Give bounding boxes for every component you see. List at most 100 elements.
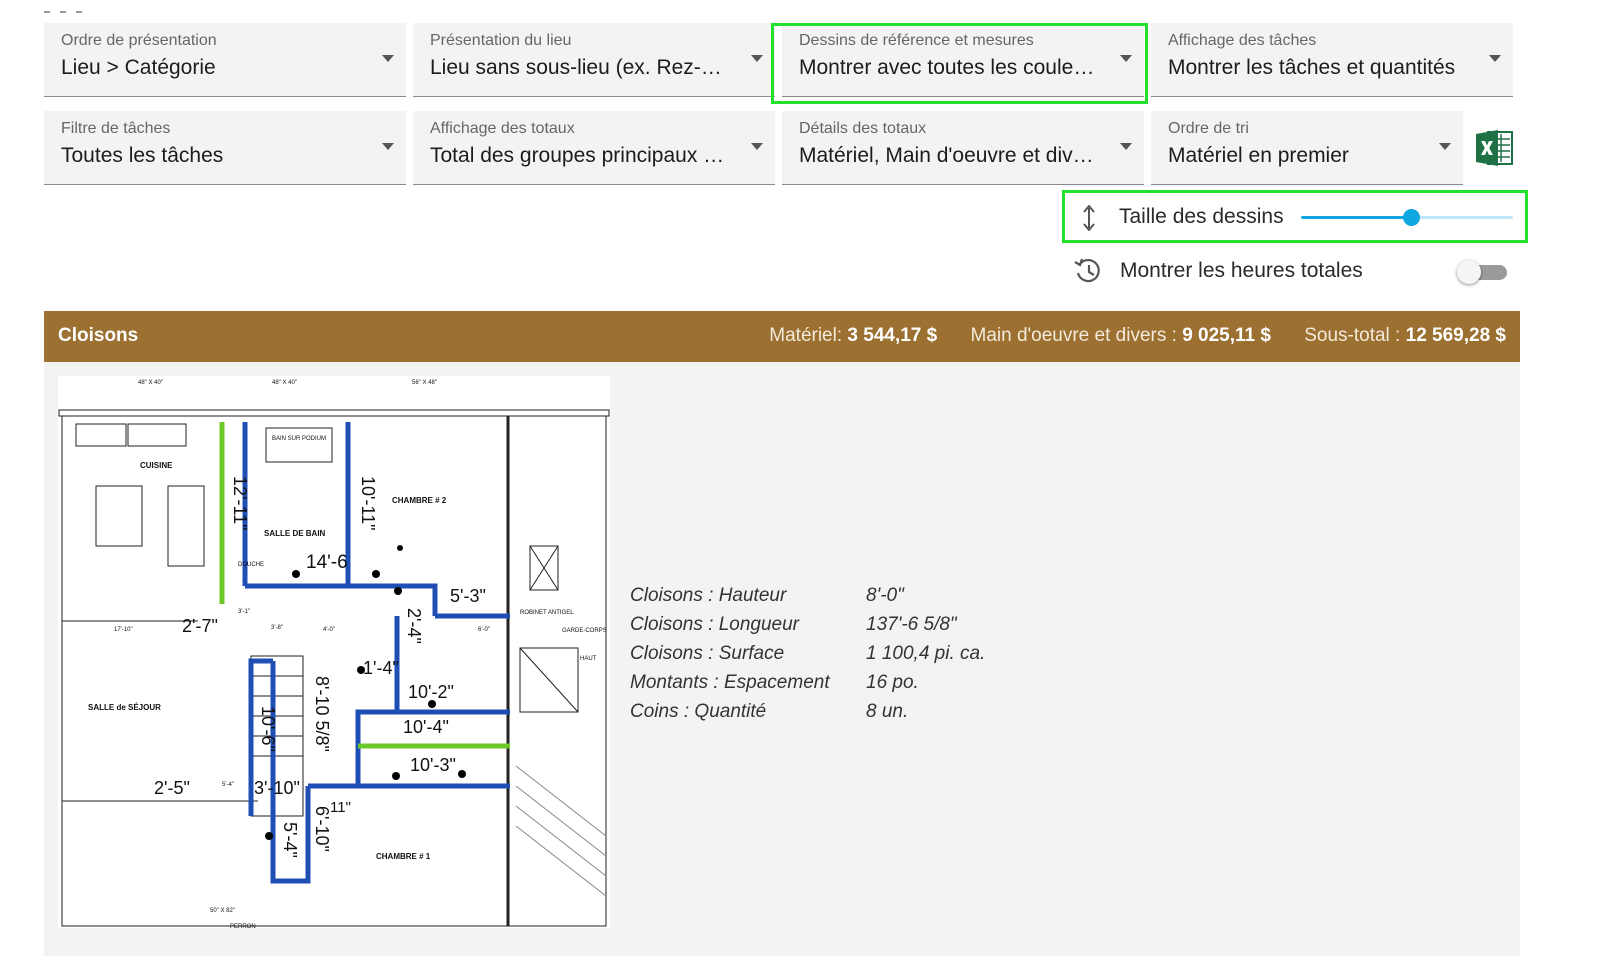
property-row: Cloisons : Surface 1 100,4 pi. ca. (630, 639, 985, 668)
labour-value: 9 025,11 $ (1182, 325, 1271, 346)
chevron-down-icon (1120, 143, 1132, 150)
svg-text:3'-8": 3'-8" (271, 625, 283, 631)
svg-text:48" X 40": 48" X 40" (272, 380, 297, 386)
select-value: Toutes les tâches (61, 144, 224, 167)
svg-text:2'-4": 2'-4" (404, 608, 424, 644)
property-key: Coins : Quantité (630, 701, 767, 722)
select-label: Affichage des totaux (430, 120, 575, 137)
svg-text:CHAMBRE # 2: CHAMBRE # 2 (392, 496, 447, 505)
svg-text:50" X 82": 50" X 82" (210, 908, 235, 914)
svg-text:12'-11": 12'-11" (230, 476, 250, 531)
svg-text:GARDE-CORPS: GARDE-CORPS (562, 628, 607, 634)
property-value: 137'-6 5/8" (866, 614, 957, 635)
drawing-size-label: Taille des dessins (1119, 205, 1284, 228)
select-task-display[interactable]: Affichage des tâches Montrer les tâches … (1151, 23, 1513, 97)
material-value: 3 544,17 $ (847, 325, 938, 346)
material-label: Matériel: (769, 325, 843, 346)
svg-text:4'-0": 4'-0" (323, 627, 335, 633)
property-value: 16 po. (866, 672, 919, 693)
select-value: Montrer les tâches et quantités (1168, 56, 1456, 79)
section-content: CUISINE SALLE DE BAIN CHAMBRE # 2 SALLE … (44, 362, 1520, 956)
select-totals-display[interactable]: Affichage des totaux Total des groupes p… (413, 111, 775, 185)
select-task-filter[interactable]: Filtre de tâches Toutes les tâches (44, 111, 406, 185)
show-hours-control: Montrer les heures totales (1067, 252, 1525, 292)
toggle-knob (1457, 260, 1481, 284)
select-value: Lieu sans sous-lieu (ex. Rez-de-chaussée… (430, 56, 727, 79)
svg-text:6'-0": 6'-0" (478, 627, 490, 633)
section-totals: Matériel: 3 544,17 $ Main d'oeuvre et di… (769, 325, 1506, 347)
show-hours-toggle[interactable] (1457, 260, 1509, 284)
svg-text:2'-5": 2'-5" (154, 778, 190, 798)
svg-text:SALLE DE BAIN: SALLE DE BAIN (264, 529, 326, 538)
chevron-down-icon (1439, 143, 1451, 150)
select-totals-details[interactable]: Détails des totaux Matériel, Main d'oeuv… (782, 111, 1144, 185)
property-row: Cloisons : Hauteur 8'-0" (630, 581, 985, 610)
chevron-down-icon (382, 143, 394, 150)
top-partial-text (44, 0, 124, 13)
chevron-down-icon (1489, 55, 1501, 62)
svg-text:SALLE de SÉJOUR: SALLE de SÉJOUR (88, 703, 161, 712)
history-icon (1074, 258, 1100, 283)
select-label: Détails des totaux (799, 120, 927, 137)
property-key: Montants : Espacement (630, 672, 830, 693)
chevron-down-icon (382, 55, 394, 62)
select-location-presentation[interactable]: Présentation du lieu Lieu sans sous-lieu… (413, 23, 775, 97)
svg-text:10'-6": 10'-6" (258, 706, 278, 752)
svg-text:5'-4": 5'-4" (222, 782, 234, 788)
svg-text:56" X 48": 56" X 48" (412, 380, 437, 386)
slider-fill (1301, 216, 1412, 219)
svg-text:CHAMBRE # 1: CHAMBRE # 1 (376, 852, 431, 861)
floor-plan-drawing[interactable]: CUISINE SALLE DE BAIN CHAMBRE # 2 SALLE … (58, 376, 610, 928)
svg-text:5'-4": 5'-4" (280, 822, 300, 858)
select-value: Matériel en premier (1168, 144, 1349, 167)
svg-text:10'-2": 10'-2" (408, 682, 454, 702)
select-value: Lieu > Catégorie (61, 56, 216, 79)
property-value: 1 100,4 pi. ca. (866, 643, 986, 664)
svg-text:PERRON: PERRON (230, 924, 256, 928)
property-key: Cloisons : Hauteur (630, 585, 787, 606)
property-key: Cloisons : Surface (630, 643, 785, 664)
property-row: Coins : Quantité 8 un. (630, 697, 985, 726)
vertical-resize-arrow-icon (1083, 205, 1095, 231)
select-label: Filtre de tâches (61, 120, 171, 137)
show-hours-label: Montrer les heures totales (1120, 259, 1363, 282)
svg-text:5'-3": 5'-3" (450, 586, 486, 606)
select-value: Matériel, Main d'oeuvre et divers (799, 144, 1096, 167)
properties-list: Cloisons : Hauteur 8'-0" Cloisons : Longu… (630, 581, 985, 726)
chevron-down-icon (751, 143, 763, 150)
svg-text:10'-3": 10'-3" (410, 755, 456, 775)
svg-text:2'-7": 2'-7" (182, 616, 218, 636)
property-row: Montants : Espacement 16 po. (630, 668, 985, 697)
select-label: Ordre de tri (1168, 120, 1249, 137)
slider-thumb[interactable] (1403, 209, 1421, 226)
select-value: Montrer avec toutes les couleurs (799, 56, 1096, 79)
svg-text:HAUT: HAUT (580, 656, 597, 662)
svg-text:3'-1": 3'-1" (238, 609, 250, 615)
svg-text:BAIN SUR PODIUM: BAIN SUR PODIUM (272, 436, 326, 442)
select-reference-drawings[interactable]: Dessins de référence et mesures Montrer … (782, 23, 1144, 97)
svg-text:11": 11" (330, 799, 351, 816)
svg-text:6'-10": 6'-10" (312, 806, 332, 852)
section-header: Cloisons Matériel: 3 544,17 $ Main d'oeu… (44, 311, 1520, 362)
svg-text:CUISINE: CUISINE (140, 461, 173, 470)
drawing-size-control: Taille des dessins (1067, 195, 1525, 241)
svg-text:1'-4": 1'-4" (363, 658, 399, 678)
select-sort-order[interactable]: Ordre de tri Matériel en premier (1151, 111, 1463, 185)
svg-text:10'-4": 10'-4" (403, 717, 449, 737)
section-title: Cloisons (58, 325, 139, 346)
property-value: 8'-0" (866, 585, 904, 606)
excel-icon[interactable] (1474, 128, 1514, 168)
svg-text:17'-10": 17'-10" (114, 627, 133, 633)
chevron-down-icon (1120, 55, 1132, 62)
svg-text:10'-11": 10'-11" (358, 476, 378, 531)
svg-text:48" X 40": 48" X 40" (138, 380, 163, 386)
svg-text:DOUCHE: DOUCHE (238, 562, 264, 568)
select-label: Ordre de présentation (61, 32, 217, 49)
svg-text:ROBINET ANTIGEL: ROBINET ANTIGEL (520, 610, 574, 616)
select-label: Présentation du lieu (430, 32, 572, 49)
property-key: Cloisons : Longueur (630, 614, 799, 635)
drawing-size-slider[interactable] (1301, 209, 1513, 226)
select-presentation-order[interactable]: Ordre de présentation Lieu > Catégorie (44, 23, 406, 97)
svg-text:8'-10 5/8": 8'-10 5/8" (312, 676, 332, 752)
labour-label: Main d'oeuvre et divers : (970, 325, 1177, 346)
